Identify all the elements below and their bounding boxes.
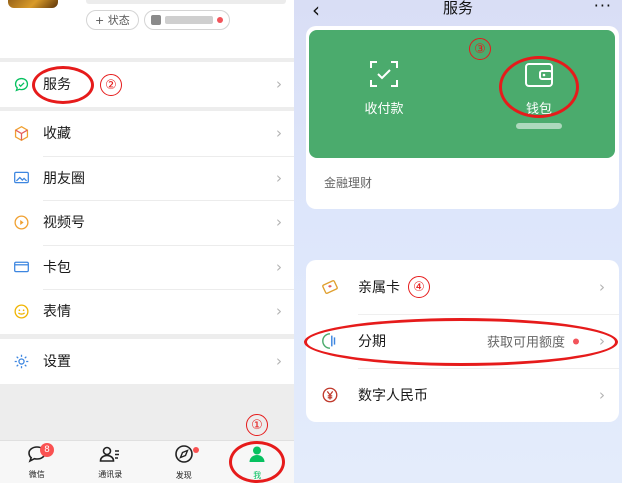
friend-avatar-redacted [151,15,161,25]
annotation-oval-me-tab [229,441,285,483]
chevron-right-icon: › [276,124,282,143]
menu-item-label: 收藏 [43,126,71,143]
menu-item-settings[interactable]: 设置 › [0,339,294,384]
play-circle-icon [11,212,31,232]
menu-item-favorites[interactable]: 收藏 › [0,111,294,156]
annotation-number: ② [100,74,122,96]
cube-icon [11,123,31,143]
tab-chats[interactable]: 8 微信 [0,441,74,483]
friend-status-pill[interactable] [144,10,230,30]
contacts-icon [99,445,121,467]
payment-card: 收付款 钱包 金融理财 [306,26,619,209]
chevron-right-icon: › [276,352,282,371]
me-page: + 状态 服务 › 收藏 › 朋友圈 › 视频号 › 卡包 › 表情 › 设置 … [0,0,294,483]
services-page: ‹ 服务 ··· 收付款 钱包 金融理财 亲属卡 › 分期 获取可用额度 › 数… [294,0,622,483]
menu-item-label: 卡包 [43,259,71,276]
menu-item-label: 朋友圈 [43,170,85,187]
chevron-right-icon: › [599,386,605,404]
family-card-icon [320,277,340,297]
wallet-balance-redacted [516,123,562,129]
red-dot [217,17,223,23]
menu-item-label: 设置 [43,354,71,371]
menu-item-stickers[interactable]: 表情 › [0,289,294,334]
annotation-number: ④ [408,276,430,298]
menu-group-settings: 设置 › [0,339,294,384]
annotation-number: ① [246,414,268,436]
annotation-number: ③ [469,38,491,60]
annotation-oval-installment [304,318,618,366]
smile-icon [11,301,31,321]
chevron-right-icon: › [599,278,605,296]
nav-bar: ‹ 服务 ··· [294,0,622,26]
tab-label: 通讯录 [98,469,123,479]
chevron-right-icon: › [276,257,282,276]
nickname-redacted [86,0,286,4]
unread-badge: 8 [40,443,54,457]
services-icon [11,74,31,94]
pay-receive-label: 收付款 [364,102,404,117]
gear-icon [11,351,31,371]
chevron-right-icon: › [276,168,282,187]
list-item-label: 数字人民币 [358,388,428,404]
menu-group-main: 收藏 › 朋友圈 › 视频号 › 卡包 › 表情 › [0,111,294,334]
discover-dot [193,447,199,453]
annotation-oval-services [32,66,94,104]
list-item-ecny[interactable]: 数字人民币 › [306,368,619,422]
pay-receive-button[interactable]: 收付款 [309,30,459,158]
picture-icon [11,168,31,188]
more-icon[interactable]: ··· [594,0,612,15]
yuan-icon [320,385,340,405]
menu-item-label: 视频号 [43,215,85,232]
page-title: 服务 [442,0,473,17]
tab-discover[interactable]: 发现 [147,441,221,483]
chevron-right-icon: › [276,75,282,94]
menu-item-label: 表情 [43,304,71,321]
friend-text-redacted [165,16,213,24]
avatar[interactable] [8,0,58,8]
chevron-right-icon: › [276,213,282,232]
tab-label: 发现 [175,470,192,480]
compass-icon [174,444,194,468]
finance-section-label[interactable]: 金融理财 [324,174,372,191]
card-icon [11,257,31,277]
menu-item-cards[interactable]: 卡包 › [0,244,294,290]
status-button[interactable]: + 状态 [86,10,139,30]
menu-item-moments[interactable]: 朋友圈 › [0,155,294,201]
list-item-label: 亲属卡 [358,280,400,296]
list-item-family-card[interactable]: 亲属卡 › [306,260,619,314]
back-icon[interactable]: ‹ [312,0,320,22]
profile-header: + 状态 [0,0,294,58]
chevron-right-icon: › [276,302,282,321]
scan-check-icon [369,60,399,92]
tab-label: 微信 [28,469,45,479]
tab-contacts[interactable]: 通讯录 [74,441,148,483]
annotation-oval-wallet [499,56,579,118]
menu-item-channels[interactable]: 视频号 › [0,200,294,245]
